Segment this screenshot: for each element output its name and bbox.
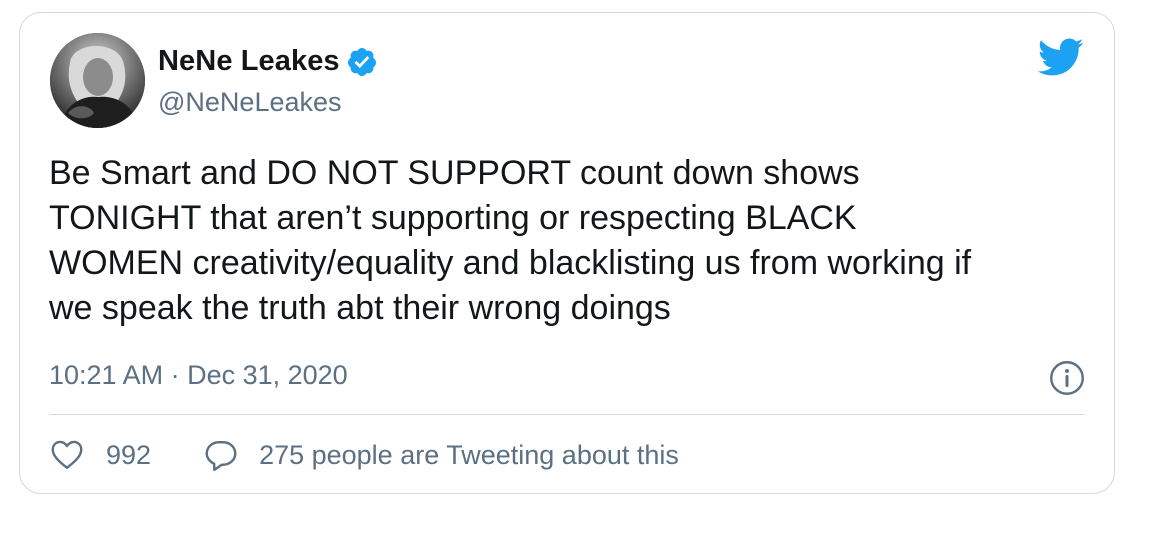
twitter-bird-icon[interactable]: [1036, 37, 1084, 77]
divider: [49, 414, 1085, 415]
author-name[interactable]: NeNe Leakes: [158, 45, 340, 78]
author-handle[interactable]: @NeNeLeakes: [158, 87, 342, 118]
like-button[interactable]: 992: [49, 437, 151, 473]
heart-icon: [51, 440, 83, 469]
tweet-timestamp[interactable]: 10:21 AM · Dec 31, 2020: [49, 360, 348, 391]
verified-badge-icon: [347, 47, 376, 76]
info-icon[interactable]: [1049, 360, 1085, 396]
tweeting-about-link[interactable]: 275 people are Tweeting about this: [203, 437, 679, 473]
tweet-text: Be Smart and DO NOT SUPPORT count down s…: [49, 154, 972, 327]
speech-bubble-icon: [205, 441, 237, 472]
tweet-actions: 992 275 people are Tweeting about this: [49, 437, 679, 473]
author-name-row: NeNe Leakes: [158, 45, 378, 78]
tweeting-about-label: 275 people are Tweeting about this: [259, 439, 679, 470]
avatar[interactable]: [50, 33, 145, 128]
like-count: 992: [106, 439, 152, 470]
tweet-card[interactable]: NeNe Leakes @NeNeLeakes Be Smart and DO …: [19, 12, 1115, 494]
